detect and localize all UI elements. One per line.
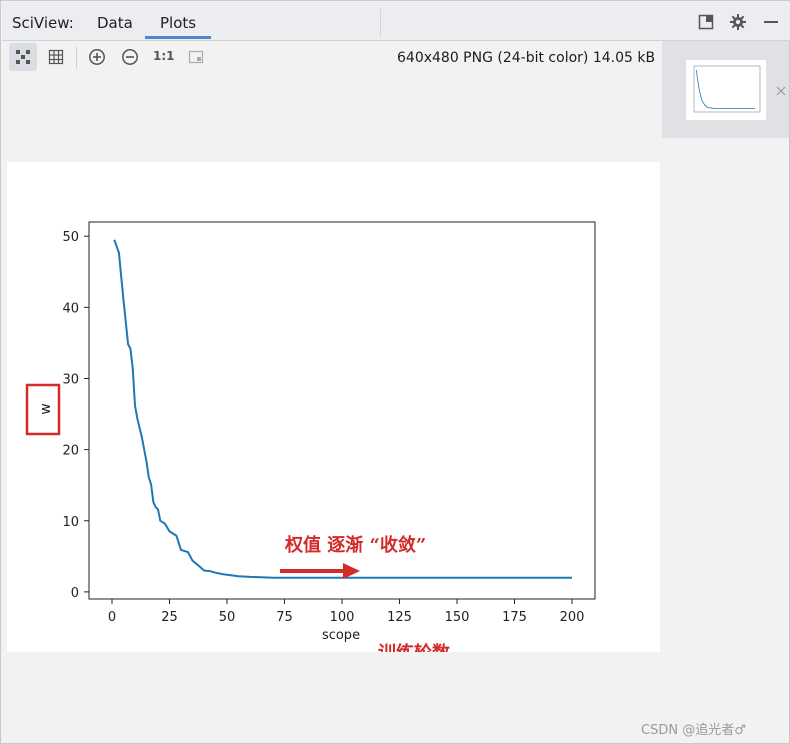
watermark: CSDN @追光者♂	[641, 723, 746, 738]
chart: 0 25 50 75 100 125 150 175 200 0 10 20 30 40 50 scope…	[25, 221, 596, 652]
tool-window-title: SciView:	[12, 14, 74, 32]
epochs-annotation: 训练轮数	[378, 642, 451, 652]
restore-layout-icon[interactable]	[698, 14, 714, 30]
x-tick-label: 125	[387, 610, 412, 625]
tool-window-header: SciView: Data Plots	[2, 2, 790, 41]
x-tick-label: 200	[560, 610, 585, 625]
thumbnail-series-line	[695, 69, 755, 109]
actual-size-label: 1:1	[153, 49, 175, 63]
x-tick-label: 25	[161, 610, 178, 625]
y-tick-label: 10	[62, 515, 79, 530]
zoom-out-icon[interactable]	[116, 43, 144, 71]
actual-size-icon[interactable]: 1:1	[149, 43, 177, 71]
minimize-icon[interactable]	[763, 14, 779, 30]
x-tick-label: 175	[502, 610, 527, 625]
active-tab-indicator	[145, 36, 211, 39]
x-axis-label: scope	[322, 628, 360, 643]
close-thumbnail-icon[interactable]	[775, 82, 787, 96]
y-tick-label: 50	[62, 230, 79, 245]
x-tick-label: 150	[445, 610, 470, 625]
tab-data[interactable]: Data	[97, 14, 133, 32]
convergence-annotation: 权值 逐渐 “收敛”	[284, 534, 426, 556]
sciview-window: SciView: Data Plots 1:1 640x480 PNG (24-…	[0, 0, 790, 744]
tab-plots[interactable]: Plots	[160, 14, 196, 32]
plot-image: 0 25 50 75 100 125 150 175 200 0 10 20 30 40 50 scope…	[7, 162, 660, 652]
divider	[380, 9, 381, 37]
y-tick-label: 30	[62, 372, 79, 387]
fit-checker-icon[interactable]	[9, 43, 37, 71]
toolbar-separator	[76, 47, 77, 69]
zoom-in-icon[interactable]	[83, 43, 111, 71]
x-tick-label: 100	[330, 610, 355, 625]
y-tick-label: 20	[62, 444, 79, 459]
plot-thumbnail[interactable]	[686, 60, 766, 120]
plot-thumbnails-panel	[662, 41, 789, 138]
thumbnail-axes-frame	[693, 65, 761, 113]
gear-icon[interactable]	[730, 14, 746, 30]
image-info: 640x480 PNG (24-bit color) 14.05 kB	[397, 50, 656, 66]
x-tick-label: 0	[108, 610, 116, 625]
y-tick-label: 40	[62, 301, 79, 316]
x-tick-label: 75	[276, 610, 293, 625]
thumbnail-chart	[693, 65, 761, 113]
grid-icon[interactable]	[42, 43, 70, 71]
x-tick-label: 50	[219, 610, 236, 625]
y-tick-label: 0	[71, 586, 79, 601]
y-axis-label: w	[38, 403, 54, 414]
fit-window-icon[interactable]	[182, 43, 210, 71]
